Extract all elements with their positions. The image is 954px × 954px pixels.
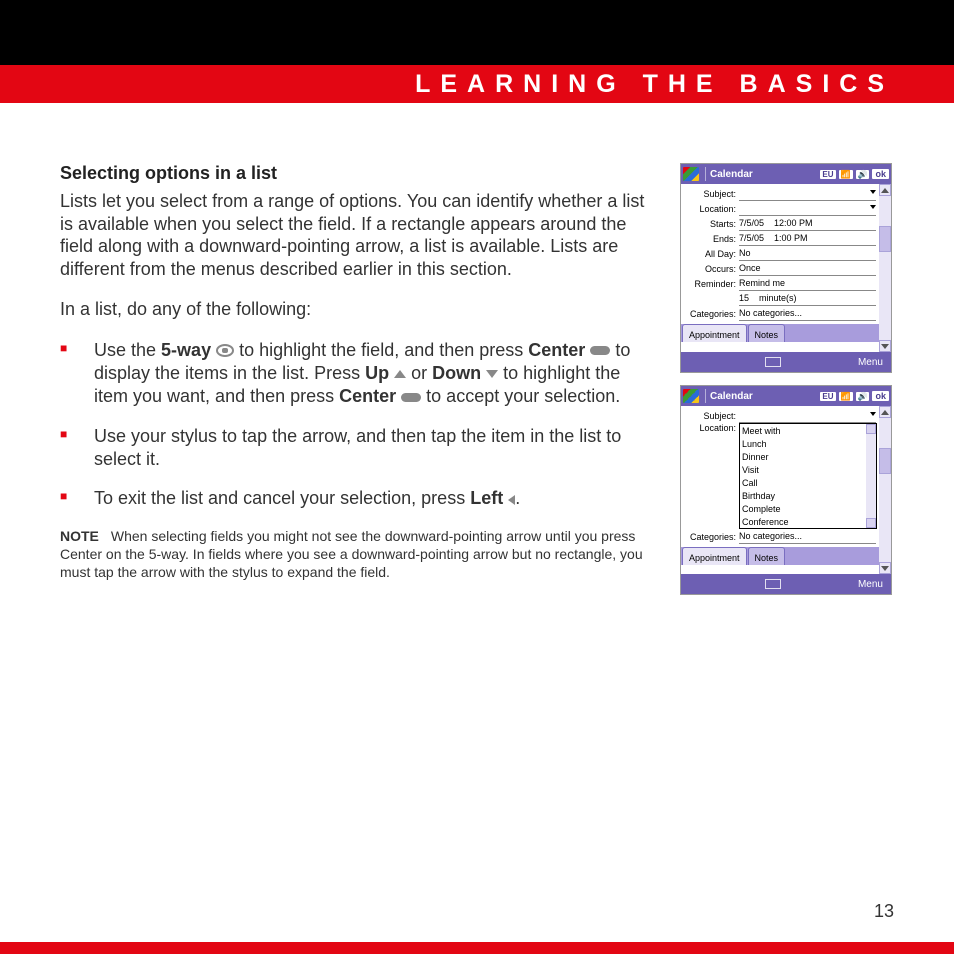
app-title: Calendar [710, 169, 820, 180]
paragraph-1: Lists let you select from a range of opt… [60, 190, 656, 280]
scroll-down-button[interactable] [879, 340, 891, 352]
dropdown-arrow-icon[interactable] [870, 205, 876, 209]
field-starts[interactable]: 7/5/0512:00 PM [739, 217, 876, 231]
dropdown-scrollbar[interactable] [866, 424, 876, 528]
field-allday[interactable]: No [739, 247, 876, 261]
dropdown-arrow-icon[interactable] [870, 412, 876, 416]
signal-icon: 📶 [839, 392, 853, 401]
label-categories: Categories: [681, 532, 739, 542]
titlebar: Calendar EU 📶🔊 ok [681, 164, 891, 184]
keyboard-icon[interactable] [765, 579, 781, 589]
up-arrow-icon [394, 370, 406, 378]
scrollbar[interactable] [879, 184, 891, 352]
tab-notes[interactable]: Notes [748, 324, 786, 342]
footer-red-bar [0, 942, 954, 954]
bullet-2: Use your stylus to tap the arrow, and th… [94, 425, 656, 472]
screenshot-calendar-expanded: Calendar EU 📶🔊 ok Subject: Location: Meet… [680, 385, 892, 595]
speaker-icon: 🔊 [856, 392, 870, 401]
field-reminder[interactable]: Remind me [739, 277, 876, 291]
scroll-thumb[interactable] [879, 226, 891, 252]
list-item[interactable]: Conference [740, 515, 876, 528]
field-subject[interactable] [739, 187, 876, 201]
screenshot-calendar-collapsed: Calendar EU 📶🔊 ok Subject: Location: Star… [680, 163, 892, 373]
label-reminder: Reminder: [681, 279, 739, 289]
field-categories[interactable]: No categories... [739, 307, 876, 321]
chapter-title: LEARNING THE BASICS [415, 70, 894, 99]
bottom-bar: Menu [681, 574, 891, 594]
down-arrow-icon [486, 370, 498, 378]
windows-logo-icon[interactable] [683, 167, 699, 181]
tab-notes[interactable]: Notes [748, 547, 786, 565]
label-subject: Subject: [681, 189, 739, 199]
bullet-3: To exit the list and cancel your selecti… [94, 487, 656, 510]
note-block: NOTEWhen selecting fields you might not … [60, 527, 656, 582]
tab-appointment[interactable]: Appointment [682, 547, 747, 565]
dropdown-arrow-icon[interactable] [870, 190, 876, 194]
scroll-down-button[interactable] [866, 518, 876, 528]
ok-button[interactable]: ok [872, 169, 889, 179]
header-red-bar: LEARNING THE BASICS [0, 65, 954, 103]
five-way-icon [216, 344, 234, 357]
center-button-icon [401, 393, 421, 402]
label-ends: Ends: [681, 234, 739, 244]
field-categories[interactable]: No categories... [739, 530, 876, 544]
scroll-thumb[interactable] [879, 448, 891, 474]
scroll-up-button[interactable] [866, 424, 876, 434]
list-item[interactable]: Lunch [740, 437, 876, 450]
page-number: 13 [0, 901, 954, 942]
list-item[interactable]: Complete [740, 502, 876, 515]
label-location: Location: [681, 204, 739, 214]
tab-appointment[interactable]: Appointment [682, 324, 747, 342]
list-item[interactable]: Visit [740, 463, 876, 476]
bullet-1: Use the 5-way to highlight the field, an… [94, 339, 656, 409]
keyboard-icon[interactable] [765, 357, 781, 367]
label-categories: Categories: [681, 309, 739, 319]
field-occurs[interactable]: Once [739, 262, 876, 276]
label-location: Location: [681, 423, 739, 433]
windows-logo-icon[interactable] [683, 389, 699, 403]
menu-softkey[interactable]: Menu [858, 579, 883, 590]
note-label: NOTE [60, 528, 99, 544]
header-black-bar [0, 0, 954, 65]
scroll-up-button[interactable] [879, 184, 891, 196]
app-title: Calendar [710, 391, 820, 402]
status-badge: EU [820, 392, 835, 401]
note-text: When selecting fields you might not see … [60, 528, 643, 580]
label-subject: Subject: [681, 411, 739, 421]
list-item[interactable]: Call [740, 476, 876, 489]
signal-icon: 📶 [839, 170, 853, 179]
scroll-up-button[interactable] [879, 406, 891, 418]
label-starts: Starts: [681, 219, 739, 229]
dropdown-list[interactable]: Meet with Lunch Dinner Visit Call Birthd… [739, 423, 877, 529]
menu-softkey[interactable]: Menu [858, 357, 883, 368]
center-button-icon [590, 346, 610, 355]
list-item[interactable]: Meet with [740, 424, 876, 437]
speaker-icon: 🔊 [856, 170, 870, 179]
bottom-bar: Menu [681, 352, 891, 372]
field-location[interactable] [739, 202, 876, 216]
field-ends[interactable]: 7/5/051:00 PM [739, 232, 876, 246]
scroll-down-button[interactable] [879, 562, 891, 574]
titlebar: Calendar EU 📶🔊 ok [681, 386, 891, 406]
scrollbar[interactable] [879, 406, 891, 574]
text-column: Selecting options in a list Lists let yo… [60, 163, 656, 881]
list-item[interactable]: Birthday [740, 489, 876, 502]
label-occurs: Occurs: [681, 264, 739, 274]
label-allday: All Day: [681, 249, 739, 259]
ok-button[interactable]: ok [872, 391, 889, 401]
field-reminder-value[interactable]: 15minute(s) [739, 292, 876, 306]
list-item[interactable]: Dinner [740, 450, 876, 463]
status-badge: EU [820, 170, 835, 179]
field-subject[interactable] [739, 409, 876, 423]
paragraph-2: In a list, do any of the following: [60, 298, 656, 321]
section-heading: Selecting options in a list [60, 163, 656, 184]
